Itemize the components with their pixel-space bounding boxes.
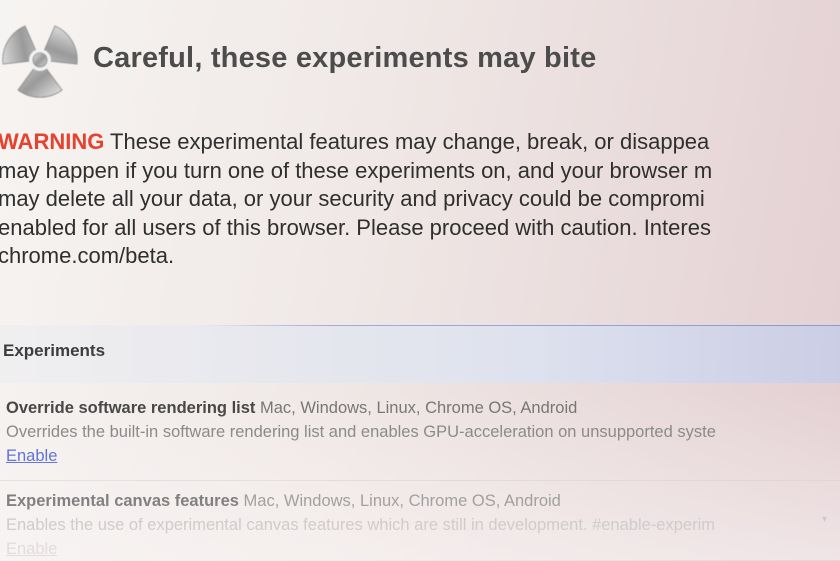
experiment-platforms: Mac, Windows, Linux, Chrome OS, Android bbox=[255, 399, 578, 417]
warning-line: chrome.com/beta. bbox=[0, 243, 175, 268]
page-header: Careful, these experiments may bite bbox=[0, 18, 840, 98]
warning-line: may delete all your data, or your securi… bbox=[0, 186, 705, 211]
warning-line: may happen if you turn one of these expe… bbox=[0, 157, 713, 183]
warning-line: enabled for all users of this browser. P… bbox=[0, 214, 711, 240]
section-title: Experiments bbox=[3, 341, 106, 360]
experiment-header: Experimental canvas features Mac, Window… bbox=[0, 489, 840, 513]
scroll-down-icon[interactable]: ▾ bbox=[822, 514, 832, 525]
warning-text: These experimental features may change, … bbox=[104, 129, 710, 154]
enable-link[interactable]: Enable bbox=[6, 537, 57, 561]
experiment-description: Enables the use of experimental canvas f… bbox=[6, 516, 715, 534]
experiment-name: Experimental canvas features bbox=[6, 492, 239, 510]
page-title: Careful, these experiments may bite bbox=[93, 42, 597, 74]
experiment-description: Overrides the built-in software renderin… bbox=[6, 423, 716, 441]
divider bbox=[0, 480, 840, 481]
experiment-item: Experimental canvas features Mac, Window… bbox=[0, 489, 840, 561]
experiment-item: Override software rendering list Mac, Wi… bbox=[0, 396, 840, 468]
warning-line: WARNING These experimental features may … bbox=[0, 128, 840, 157]
experiment-header: Override software rendering list Mac, Wi… bbox=[0, 396, 840, 420]
experiments-section-header: Experiments bbox=[0, 325, 840, 383]
radiation-hazard-icon bbox=[2, 22, 78, 98]
warning-message: WARNING These experimental features may … bbox=[0, 128, 840, 271]
warning-label: WARNING bbox=[0, 129, 105, 154]
enable-link[interactable]: Enable bbox=[6, 444, 57, 468]
chrome-flags-page: Careful, these experiments may bite WARN… bbox=[0, 0, 840, 560]
experiment-name: Override software rendering list bbox=[6, 399, 256, 417]
experiment-platforms: Mac, Windows, Linux, Chrome OS, Android bbox=[238, 492, 561, 510]
